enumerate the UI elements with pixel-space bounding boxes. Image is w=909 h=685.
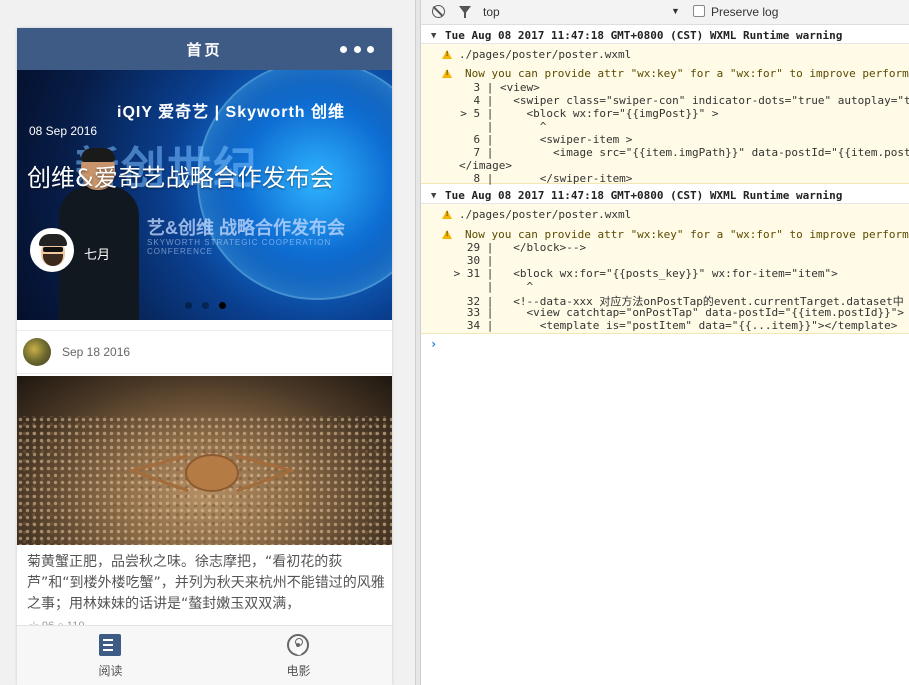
navigation-bar: 首页 <box>17 28 392 70</box>
code-line: 30 | <box>447 254 494 267</box>
code-caret-line: | ^ <box>447 120 547 133</box>
banner-subtitle: 艺&创维 战略合作发布会 <box>147 218 345 238</box>
swiper-indicator-dots[interactable] <box>185 302 226 309</box>
preserve-log-label[interactable]: Preserve log <box>711 5 778 19</box>
code-line: 6 | <swiper-item > <box>447 133 633 146</box>
tab-bar: 阅读 电影 <box>17 625 392 685</box>
post-image[interactable] <box>17 376 392 545</box>
read-icon <box>99 634 121 656</box>
file-path-text[interactable]: ./pages/poster/poster.wxml <box>459 48 631 61</box>
warning-icon <box>442 69 452 78</box>
code-line: 3 | <view> <box>447 81 540 94</box>
warning-message: Now you can provide attr "wx:key" for a … <box>442 67 909 80</box>
post-date: Sep 18 2016 <box>62 345 131 359</box>
console-prompt[interactable]: › <box>430 337 437 351</box>
warning-message-text: Now you can provide attr "wx:key" for a … <box>465 228 909 241</box>
code-line: 34 | <template is="postItem" data="{{...… <box>447 319 898 332</box>
code-line-highlighted: > 5 | <block wx:for="{{imgPost}}" > <box>447 107 719 120</box>
banner-title[interactable]: 创维&爱奇艺战略合作发布会 <box>27 158 334 193</box>
code-line: 29 | </block>--> <box>447 241 587 254</box>
banner-swiper[interactable]: 新创世纪 iQIY 爱奇艺 | Skyworth 创维 艺&创维 战略合作发布会… <box>17 70 392 320</box>
code-caret-line: | ^ <box>447 280 534 293</box>
warning-file-path: ./pages/poster/poster.wxml <box>442 48 895 61</box>
tab-movie[interactable]: 电影 <box>205 626 392 685</box>
screen: 首页 新创世纪 iQIY 爱奇艺 | Skyworth 创维 艺&创维 战略合作… <box>0 0 909 685</box>
code-line: 33 | <view catchtap="onPostTap" data-pos… <box>447 306 904 319</box>
code-line-wrap: </image> <box>459 159 512 172</box>
context-selector[interactable]: top <box>483 5 500 19</box>
warning-file-path: ./pages/poster/poster.wxml <box>442 208 895 221</box>
post-author-avatar <box>23 338 51 366</box>
code-line: 8 | </swiper-item> <box>447 172 633 185</box>
warning-icon <box>442 50 452 59</box>
warning-icon <box>442 210 452 219</box>
banner-brand-logo: iQIY 爱奇艺 | Skyworth 创维 <box>117 104 345 121</box>
devtools-console: top ▼ Preserve log ▼ Tue Aug 08 2017 11:… <box>421 0 909 685</box>
code-line-highlighted: > 31 | <block wx:for="{{posts_key}}" wx:… <box>447 267 838 280</box>
tab-label: 阅读 <box>98 664 123 678</box>
filter-icon[interactable] <box>459 6 471 18</box>
expand-triangle-icon[interactable]: ▼ <box>431 31 436 41</box>
warning-icon <box>442 230 452 239</box>
post-header[interactable]: Sep 18 2016 <box>17 330 392 374</box>
indicator-dot[interactable] <box>202 302 209 309</box>
log-timestamp-title: Tue Aug 08 2017 11:47:18 GMT+0800 (CST) … <box>445 189 843 202</box>
log-group: ▼ Tue Aug 08 2017 11:47:18 GMT+0800 (CST… <box>421 188 909 334</box>
page-title: 首页 <box>186 41 223 59</box>
tab-read[interactable]: 阅读 <box>17 626 204 685</box>
warning-message: Now you can provide attr "wx:key" for a … <box>442 228 909 241</box>
banner-author: 七月 <box>84 247 111 262</box>
file-path-text[interactable]: ./pages/poster/poster.wxml <box>459 208 631 221</box>
clear-console-icon[interactable] <box>432 5 445 18</box>
log-group-header[interactable]: ▼ Tue Aug 08 2017 11:47:18 GMT+0800 (CST… <box>421 188 909 204</box>
chevron-down-icon[interactable]: ▼ <box>671 6 680 16</box>
indicator-dot[interactable] <box>185 302 192 309</box>
post-content[interactable]: 菊黄蟹正肥，品尝秋之味。徐志摩把，“看初花的荻芦”和“到楼外楼吃蟹”，并列为秋天… <box>27 552 389 615</box>
movie-icon <box>287 634 309 656</box>
phone-screen: 首页 新创世纪 iQIY 爱奇艺 | Skyworth 创维 艺&创维 战略合作… <box>17 28 392 685</box>
banner-date: 08 Sep 2016 <box>29 124 98 138</box>
log-group-header[interactable]: ▼ Tue Aug 08 2017 11:47:18 GMT+0800 (CST… <box>421 28 909 44</box>
banner-subtitle-en: SKYWORTH STRATEGIC COOPERATION CONFERENC… <box>147 238 332 256</box>
code-line: 4 | <swiper class="swiper-con" indicator… <box>447 94 909 107</box>
expand-triangle-icon[interactable]: ▼ <box>431 191 436 201</box>
log-group: ▼ Tue Aug 08 2017 11:47:18 GMT+0800 (CST… <box>421 28 909 185</box>
preserve-log-checkbox[interactable] <box>693 5 705 17</box>
indicator-dot-active[interactable] <box>219 302 226 309</box>
code-line: 7 | <image src="{{item.imgPath}}" data-p… <box>447 146 909 159</box>
console-toolbar: top ▼ Preserve log <box>421 0 909 25</box>
more-menu-icon[interactable] <box>340 46 374 54</box>
tab-label: 电影 <box>286 664 311 678</box>
author-avatar <box>30 228 74 272</box>
log-timestamp-title: Tue Aug 08 2017 11:47:18 GMT+0800 (CST) … <box>445 29 843 42</box>
warning-message-text: Now you can provide attr "wx:key" for a … <box>465 67 909 80</box>
